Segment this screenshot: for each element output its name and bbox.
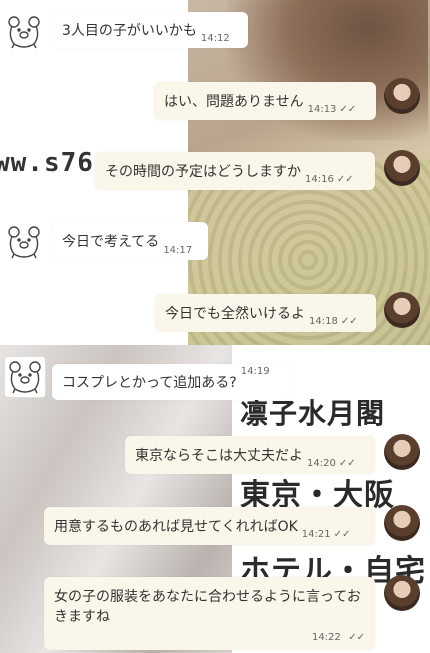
message-time: 14:20	[307, 458, 336, 469]
message-time: 14:22	[311, 632, 341, 643]
profile-avatar[interactable]	[384, 575, 420, 611]
message-text: 今日でも全然いけるよ	[165, 306, 305, 322]
message-text: 今日で考えてる	[62, 234, 160, 250]
watermark-url: ww.s76	[0, 148, 94, 178]
profile-avatar[interactable]	[384, 78, 420, 114]
double-check-icon: ✓✓	[348, 632, 365, 643]
message-text: はい、問題ありません	[164, 94, 304, 110]
double-check-icon: ✓✓	[340, 316, 358, 327]
message-text: 東京ならそこは大丈夫だよ	[135, 448, 303, 464]
message-text: その時間の予定はどうしますか	[105, 164, 301, 180]
message-text: 用意するものあれば見せてくれればOK	[54, 519, 298, 535]
message-bubble-outgoing[interactable]: その時間の予定はどうしますか 14:16 ✓✓	[95, 152, 375, 190]
profile-avatar[interactable]	[384, 434, 420, 470]
message-bubble-outgoing[interactable]: はい、問題ありません 14:13 ✓✓	[154, 82, 376, 120]
message-time: 14:12	[200, 33, 230, 44]
message-text: 女の子の服装をあなたに合わせるように言っておきますね	[54, 589, 361, 625]
message-time: 14:18	[309, 316, 338, 327]
message-bubble-outgoing[interactable]: 今日でも全然いけるよ 14:18 ✓✓	[155, 294, 376, 332]
profile-avatar[interactable]	[384, 150, 420, 186]
message-bubble-incoming[interactable]: 今日で考えてる 14:17	[52, 222, 208, 260]
message-time: 14:19	[240, 366, 270, 377]
double-check-icon: ✓✓	[339, 104, 357, 115]
bear-icon[interactable]	[4, 12, 44, 52]
message-text: コスプレとかって追加ある?	[62, 375, 237, 391]
message-time: 14:17	[163, 245, 193, 256]
bear-icon[interactable]	[4, 356, 46, 398]
double-check-icon: ✓✓	[333, 529, 351, 540]
profile-avatar[interactable]	[384, 505, 420, 541]
bear-icon[interactable]	[4, 222, 44, 262]
profile-avatar[interactable]	[384, 292, 420, 328]
double-check-icon: ✓✓	[336, 174, 354, 185]
double-check-icon: ✓✓	[338, 458, 356, 469]
message-time: 14:21	[301, 529, 331, 540]
message-bubble-outgoing[interactable]: 用意するものあれば見せてくれればOK 14:21 ✓✓	[44, 507, 375, 545]
message-bubble-incoming[interactable]: コスプレとかって追加ある? 14:19	[52, 364, 290, 400]
message-time: 14:16	[305, 174, 334, 185]
message-text: 3人目の子がいいかも	[62, 23, 197, 39]
message-time: 14:13	[307, 104, 337, 115]
message-bubble-outgoing[interactable]: 女の子の服装をあなたに合わせるように言っておきますね 14:22 ✓✓	[44, 577, 375, 650]
message-bubble-outgoing[interactable]: 東京ならそこは大丈夫だよ 14:20 ✓✓	[125, 436, 375, 474]
message-bubble-incoming[interactable]: 3人目の子がいいかも 14:12	[52, 12, 248, 48]
